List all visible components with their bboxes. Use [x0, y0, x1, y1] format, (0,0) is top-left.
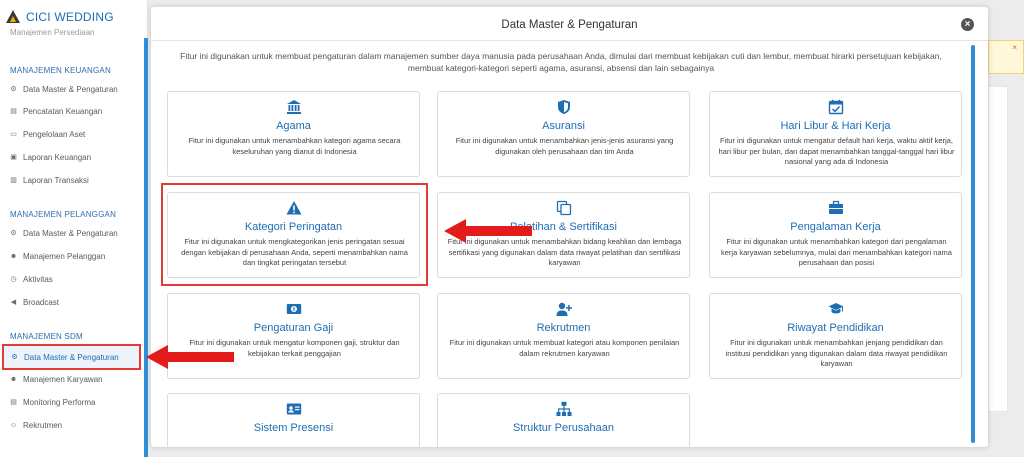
sidebar-item-sdm-data-master[interactable]: ⚙ Data Master & Pengaturan [2, 344, 141, 370]
close-icon[interactable]: × [1012, 43, 1017, 52]
sidebar-item-label: Broadcast [23, 297, 60, 307]
sidebar-item-label: Data Master & Pengaturan [23, 84, 118, 94]
book-icon: ▥ [10, 177, 17, 184]
arrow-left-icon [146, 345, 234, 369]
cogs-icon: ⚙ [10, 86, 17, 93]
modal-title: Data Master & Pengaturan [501, 19, 638, 31]
background-alert: × [988, 40, 1024, 74]
sidebar-item-label: Monitoring Performa [23, 397, 96, 407]
cogs-icon: ⚙ [10, 230, 17, 237]
sidebar-item-pencatatan-keuangan[interactable]: ▤ Pencatatan Keuangan [9, 104, 102, 118]
report-icon: ▣ [10, 154, 17, 161]
card-rekrutmen[interactable]: Rekrutmen Fitur ini digunakan untuk memb… [437, 293, 690, 379]
card-hari-libur[interactable]: Hari Libur & Hari Kerja Fitur ini diguna… [709, 91, 962, 177]
sidebar-item-label: Data Master & Pengaturan [24, 352, 119, 362]
card-title: Riwayat Pendidikan [787, 322, 884, 334]
card-title: Pengaturan Gaji [253, 322, 334, 334]
clock-icon: ◷ [10, 276, 17, 283]
card-description: Fitur ini digunakan untuk mengatur defau… [718, 136, 955, 166]
graduation-cap-icon [828, 303, 843, 314]
sidebar-item-keuangan-data-master[interactable]: ⚙ Data Master & Pengaturan [9, 82, 118, 96]
sidebar-item-label: Manajemen Pelanggan [23, 251, 106, 261]
sidebar-item-label: Data Master & Pengaturan [23, 228, 118, 238]
sitemap-icon [556, 401, 571, 416]
sidebar-item-aktivitas[interactable]: ◷ Aktivitas [9, 272, 53, 286]
card-agama[interactable]: Agama Fitur ini digunakan untuk menambah… [167, 91, 420, 177]
money-icon [286, 304, 301, 314]
settings-modal: Data Master & Pengaturan × Fitur ini dig… [151, 7, 988, 447]
sidebar-item-label: Aktivitas [23, 274, 53, 284]
modal-scrollbar[interactable] [971, 45, 975, 443]
sidebar-item-cut[interactable]: Manajemen Persediaan [10, 28, 95, 36]
card-description: Fitur ini digunakan untuk menambahkan ka… [721, 237, 952, 267]
card-description: Fitur ini digunakan untuk menambahkan je… [455, 136, 674, 156]
card-riwayat-pendidikan[interactable]: Riwayat Pendidikan Fitur ini digunakan u… [709, 293, 962, 379]
modal-header: Data Master & Pengaturan × [151, 7, 988, 41]
card-title: Sistem Presensi [253, 422, 334, 434]
highlight-box [161, 183, 428, 286]
sidebar-item-pelanggan-data-master[interactable]: ⚙ Data Master & Pengaturan [9, 226, 118, 240]
sidebar: CICI WEDDING Manajemen Persediaan MANAJE… [0, 0, 148, 457]
modal-intro: Fitur ini digunakan untuk membuat pengat… [180, 51, 942, 73]
sidebar-scrollbar[interactable] [144, 38, 148, 457]
card-sistem-presensi[interactable]: Sistem Presensi [167, 393, 420, 447]
car-icon: ▭ [10, 131, 17, 138]
card-title: Pengalaman Kerja [790, 221, 881, 233]
sidebar-item-monitoring-performa[interactable]: ▤ Monitoring Performa [9, 395, 95, 409]
sidebar-item-pengelolaan-aset[interactable]: ▭ Pengelolaan Aset [9, 127, 85, 141]
card-struktur-perusahaan[interactable]: Struktur Perusahaan [437, 393, 690, 447]
section-title-sdm: MANAJEMEN SDM [10, 332, 83, 341]
clipboard-icon: ▤ [10, 399, 17, 406]
sidebar-item-laporan-transaksi[interactable]: ▥ Laporan Transaksi [9, 173, 89, 187]
card-title: Struktur Perusahaan [513, 422, 614, 434]
app-name: CICI WEDDING [26, 10, 114, 24]
user-plus-icon: ☺ [9, 421, 18, 429]
card-description: Fitur ini digunakan untuk membuat katego… [449, 338, 680, 358]
sidebar-item-label: Laporan Transaksi [23, 175, 89, 185]
close-icon[interactable]: × [961, 18, 974, 31]
sidebar-item-broadcast[interactable]: ◀ Broadcast [9, 295, 59, 309]
sidebar-item-label: Pengelolaan Aset [23, 129, 86, 139]
briefcase-icon [828, 200, 843, 214]
sidebar-item-manajemen-karyawan[interactable]: ☻ Manajemen Karyawan [9, 372, 103, 386]
card-title: Hari Libur & Hari Kerja [780, 120, 891, 132]
card-title: Rekrutmen [536, 322, 591, 334]
arrow-left-icon [444, 219, 532, 243]
sidebar-item-laporan-keuangan[interactable]: ▣ Laporan Keuangan [9, 150, 91, 164]
card-asuransi[interactable]: Asuransi Fitur ini digunakan untuk menam… [437, 91, 690, 177]
bank-icon [286, 100, 301, 114]
calendar-check-icon [828, 99, 843, 115]
cogs-icon: ⚙ [11, 354, 18, 361]
id-card-icon [286, 403, 301, 415]
sidebar-item-rekrutmen[interactable]: ☺ Rekrutmen [9, 418, 62, 432]
background-panel [988, 86, 1008, 412]
card-title: Agama [276, 120, 311, 132]
section-title-pelanggan: MANAJEMEN PELANGGAN [10, 210, 117, 219]
app-logo[interactable]: CICI WEDDING [6, 10, 114, 24]
megaphone-icon: ◀ [10, 299, 17, 306]
shield-icon [557, 100, 570, 114]
list-icon: ▤ [10, 108, 17, 115]
copy-icon [556, 200, 571, 216]
logo-icon [6, 10, 20, 24]
section-title-keuangan: MANAJEMEN KEUANGAN [10, 66, 111, 75]
sidebar-item-label: Manajemen Karyawan [23, 374, 103, 384]
card-description: Fitur ini digunakan untuk menambahkan ka… [188, 136, 401, 156]
card-description: Fitur ini digunakan untuk menambahkan je… [725, 338, 948, 368]
sidebar-item-label: Rekrutmen [23, 420, 63, 430]
sidebar-item-label: Laporan Keuangan [23, 152, 92, 162]
users-icon: ☻ [9, 375, 18, 383]
sidebar-item-manajemen-pelanggan[interactable]: ☻ Manajemen Pelanggan [9, 249, 105, 263]
user-plus-icon [556, 302, 572, 316]
users-icon: ☻ [9, 252, 18, 260]
card-pengalaman-kerja[interactable]: Pengalaman Kerja Fitur ini digunakan unt… [709, 192, 962, 278]
card-title: Asuransi [542, 120, 585, 132]
sidebar-item-label: Pencatatan Keuangan [23, 106, 103, 116]
